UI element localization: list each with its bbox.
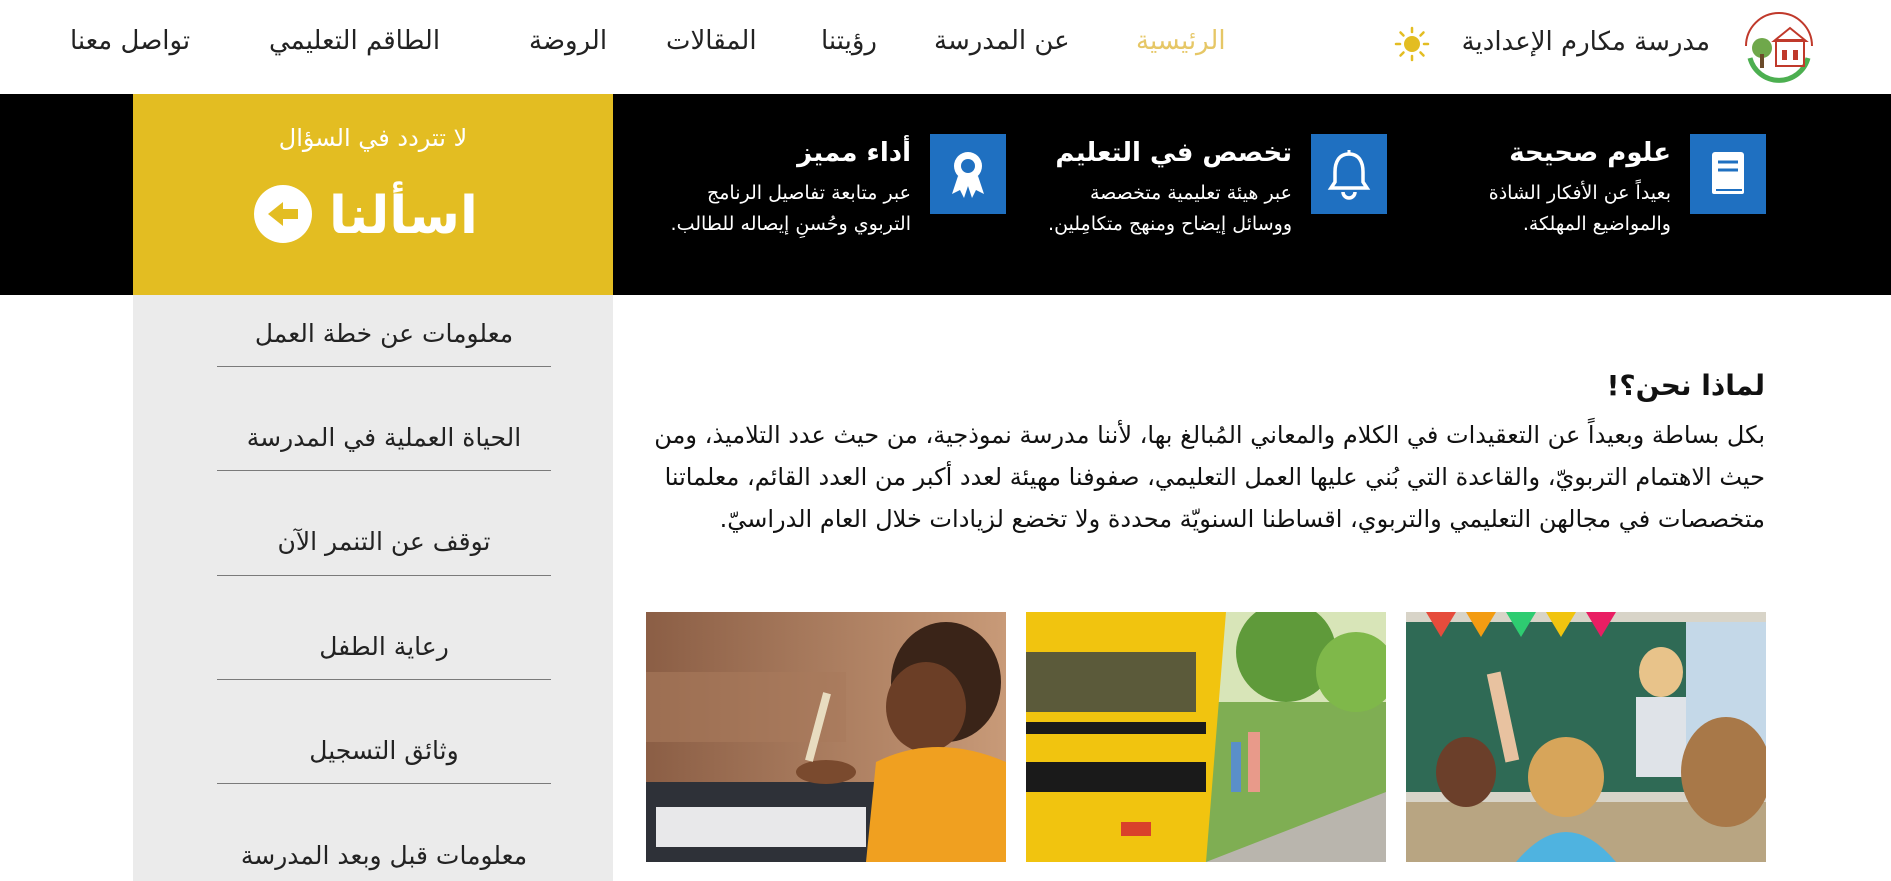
sidebar-item-before-after-school[interactable]: معلومات قبل وبعد المدرسة — [217, 841, 551, 870]
sidebar-item-registration-docs[interactable]: وثائق التسجيل — [217, 736, 551, 765]
bell-icon — [1327, 150, 1371, 200]
arrow-left-circle-icon[interactable] — [253, 184, 313, 244]
feature-title: أداء مميز — [797, 138, 911, 168]
feature-text: بعيداً عن الأفكار الشاذة والمواضيع المهل… — [1488, 182, 1671, 235]
feature-title: تخصص في التعليم — [1055, 138, 1292, 168]
why-us-paragraph: بكل بساطة وبعيداً عن التعقيدات في الكلام… — [654, 421, 1765, 533]
photo-classroom — [1406, 612, 1766, 862]
book-icon — [1712, 152, 1744, 194]
main-nav: الرئيسية عن المدرسة رؤيتنا المقالات الرو… — [0, 26, 1891, 66]
feature-distinguished-performance: أداء مميز عبر متابعة تفاصيل الرنامج التر… — [660, 134, 1006, 274]
sidebar-item-child-care[interactable]: رعاية الطفل — [217, 632, 551, 661]
sidebar-divider — [217, 783, 551, 784]
feature-text: عبر هيئة تعليمية متخصصة ووسائل إيضاح ومن… — [1048, 182, 1292, 235]
feature-sound-science: علوم صحيحة بعيداً عن الأفكار الشاذة والم… — [1455, 134, 1766, 274]
sidebar: معلومات عن خطة العمل الحياة العملية في ا… — [133, 295, 613, 881]
feature-icon-box — [930, 134, 1006, 214]
nav-vision[interactable]: رؤيتنا — [821, 26, 877, 56]
nav-staff[interactable]: الطاقم التعليمي — [269, 26, 440, 56]
sidebar-divider — [217, 679, 551, 680]
sidebar-item-work-plan[interactable]: معلومات عن خطة العمل — [217, 319, 551, 348]
site-header: مدرسة مكارم الإعدادية الرئيسية عن المدرس… — [0, 0, 1891, 94]
nav-contact[interactable]: تواصل معنا — [70, 26, 190, 56]
ask-us-subtitle: لا تتردد في السؤال — [278, 124, 468, 152]
ask-us-box[interactable]: لا تتردد في السؤال اسألنا — [133, 94, 613, 295]
sidebar-divider — [217, 470, 551, 471]
feature-icon-box — [1690, 134, 1766, 214]
feature-specialized-teaching: تخصص في التعليم عبر هيئة تعليمية متخصصة … — [1042, 134, 1387, 274]
nav-articles[interactable]: المقالات — [666, 26, 757, 56]
nav-kindergarten[interactable]: الروضة — [529, 26, 607, 56]
feature-text: عبر متابعة تفاصيل الرنامج التربوي وحُسنِ… — [670, 182, 911, 235]
sidebar-item-school-life[interactable]: الحياة العملية في المدرسة — [217, 423, 551, 452]
photo-school-bus — [1026, 612, 1386, 862]
nav-about[interactable]: عن المدرسة — [934, 26, 1070, 56]
sidebar-item-stop-bullying[interactable]: توقف عن التنمر الآن — [217, 527, 551, 556]
sidebar-divider — [217, 575, 551, 576]
photo-child-writing — [646, 612, 1006, 862]
feature-title: علوم صحيحة — [1509, 138, 1671, 168]
feature-icon-box — [1311, 134, 1387, 214]
award-ribbon-icon — [952, 152, 984, 198]
sidebar-divider — [217, 366, 551, 367]
why-us-heading: لماذا نحن؟! — [1606, 369, 1765, 402]
nav-home[interactable]: الرئيسية — [1136, 26, 1226, 56]
ask-us-title[interactable]: اسألنا — [329, 186, 478, 246]
